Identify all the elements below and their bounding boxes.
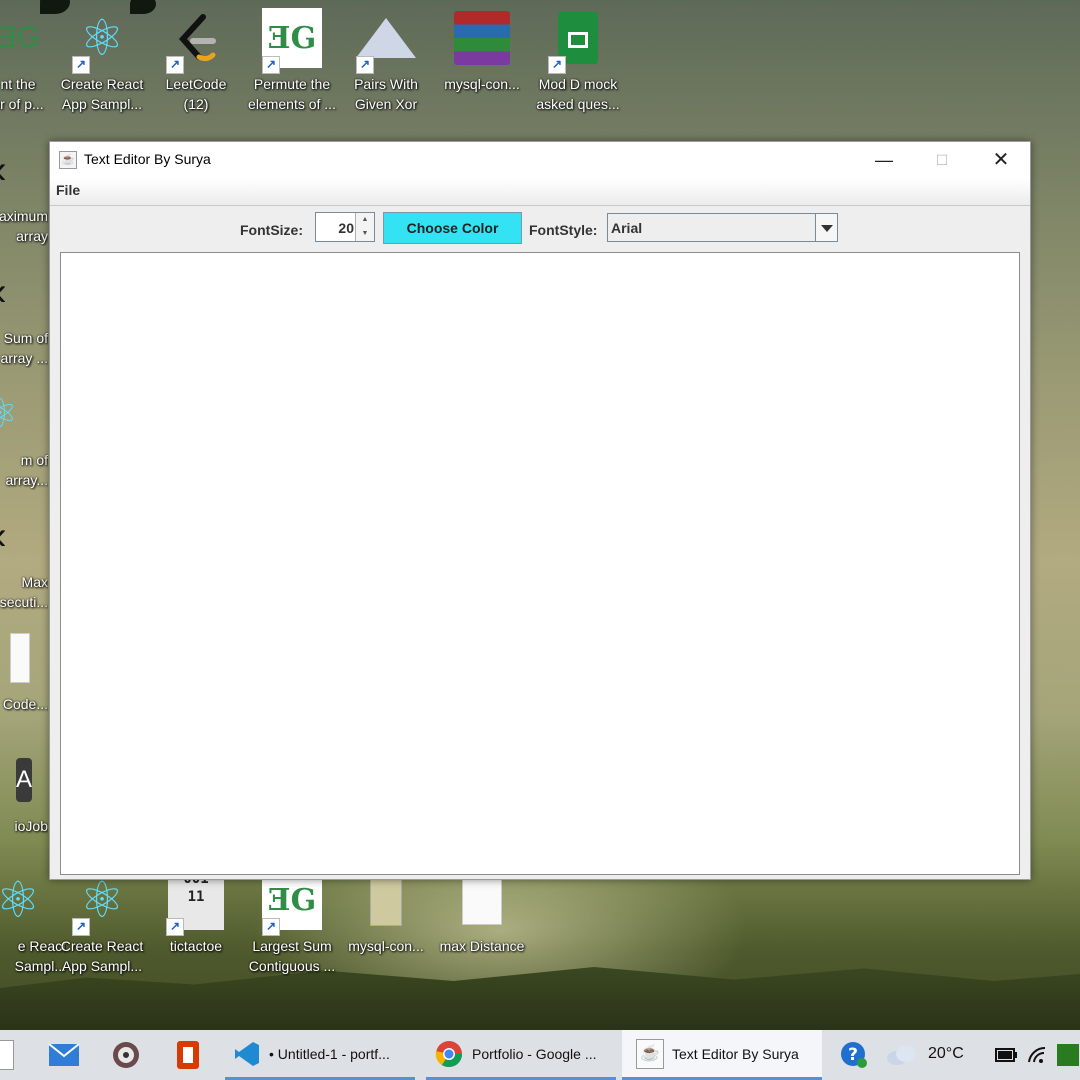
shortcut-arrow-icon: ↗ <box>262 56 280 74</box>
help-icon[interactable]: ? <box>838 1039 870 1071</box>
file-explorer-icon[interactable] <box>0 1039 18 1071</box>
desktop-icon-left-2[interactable]: ‹ Sum of array ... <box>0 262 48 368</box>
shortcut-arrow-icon: ↗ <box>548 56 566 74</box>
taskbar-item-label: • Untitled-1 - portf... <box>269 1045 390 1062</box>
menu-file[interactable]: File <box>56 182 80 198</box>
pyramid-icon <box>356 18 416 58</box>
spinner-down-icon[interactable]: ▼ <box>355 227 374 241</box>
wifi-signal-icon <box>1028 1046 1046 1063</box>
battery-icon-glyph <box>995 1048 1017 1062</box>
taskbar: • Untitled-1 - portf... Portfolio - Goog… <box>0 1030 1080 1080</box>
title-bar[interactable]: ☕ Text Editor By Surya — ☐ ✕ <box>50 142 1030 178</box>
taskbar-item-vscode[interactable]: • Untitled-1 - portf... <box>225 1030 415 1080</box>
gfg-icon: ƎG <box>0 21 40 54</box>
weather-temperature[interactable]: 20°C <box>928 1045 964 1063</box>
envelope-icon <box>49 1044 79 1066</box>
desktop-icon-permute[interactable]: ƎG ↗ Permute the elements of ... <box>244 8 340 114</box>
font-size-spinner[interactable]: 20 ▲ ▼ <box>315 212 375 242</box>
desktop-icon-largest-sum[interactable]: ƎG ↗ Largest Sum Contiguous ... <box>244 870 340 976</box>
shortcut-arrow-icon: ↗ <box>166 56 184 74</box>
react-icon: ⚛ <box>0 872 41 928</box>
font-style-value: Arial <box>611 220 643 236</box>
svg-text:?: ? <box>848 1045 858 1065</box>
java-app-icon[interactable]: ☕ <box>59 151 77 169</box>
desktop-icon-mysql-connector-2[interactable]: mysql-con... <box>338 870 434 956</box>
desktop-icon-create-react-app-2[interactable]: ⚛ ↗ Create React App Sampl... <box>54 870 150 976</box>
shortcut-arrow-icon: ↗ <box>72 918 90 936</box>
font-style-label: FontStyle: <box>529 222 598 238</box>
leetcode-icon: ‹ <box>0 270 7 315</box>
document-icon <box>462 875 502 925</box>
desktop-icon-left-5[interactable]: Code... <box>0 628 48 714</box>
text-editor-window: ☕ Text Editor By Surya — ☐ ✕ File FontSi… <box>49 141 1031 880</box>
desktop-icon-max-distance[interactable]: max Distance <box>434 870 530 956</box>
document-icon <box>10 633 30 683</box>
leetcode-icon: ‹ <box>0 148 7 193</box>
weather-cloud-icon[interactable] <box>886 1039 918 1071</box>
shortcut-arrow-icon: ↗ <box>262 918 280 936</box>
maximize-button[interactable]: ☐ <box>913 142 971 178</box>
taskbar-item-label: Text Editor By Surya <box>672 1045 799 1062</box>
vscode-icon <box>235 1041 259 1066</box>
shortcut-arrow-icon: ↗ <box>72 56 90 74</box>
page-icon <box>0 1040 14 1070</box>
desktop-icon-mod-d-mock[interactable]: ↗ Mod D mock asked ques... <box>530 8 626 114</box>
shortcut-arrow-icon: ↗ <box>356 56 374 74</box>
winrar-archive-icon <box>454 11 510 65</box>
desktop-icon-left-3[interactable]: ⚛ m of array... <box>0 384 48 490</box>
shortcut-arrow-icon: ↗ <box>166 918 184 936</box>
groove-music-icon[interactable] <box>110 1039 142 1071</box>
taskbar-item-chrome[interactable]: Portfolio - Google ... <box>426 1030 616 1080</box>
office-logo-icon <box>177 1041 199 1069</box>
nvidia-logo-icon <box>1057 1044 1079 1066</box>
text-editor-area[interactable] <box>60 252 1020 875</box>
mail-icon[interactable] <box>48 1039 80 1071</box>
minimize-button[interactable]: — <box>855 142 913 178</box>
react-icon: ⚛ <box>0 384 18 444</box>
chrome-icon <box>435 1040 463 1067</box>
app-a-icon: A <box>16 758 33 802</box>
window-title: Text Editor By Surya <box>84 151 211 167</box>
desktop-icon-left-1[interactable]: ‹ aximum array <box>0 140 48 246</box>
choose-color-button[interactable]: Choose Color <box>383 212 522 244</box>
music-disc-icon <box>113 1042 139 1068</box>
menu-bar: File <box>50 178 1030 206</box>
desktop-icon-mysql-connector[interactable]: mysql-con... <box>434 8 530 94</box>
font-size-label: FontSize: <box>240 222 303 238</box>
battery-icon[interactable] <box>990 1039 1022 1071</box>
desktop-icon-tictactoe[interactable]: 001 11↗ tictactoe <box>148 870 244 956</box>
help-question-icon: ? <box>841 1042 867 1068</box>
chevron-down-icon[interactable] <box>815 214 837 241</box>
formatting-toolbar: FontSize: 20 ▲ ▼ Choose Color FontStyle:… <box>50 212 1030 246</box>
leetcode-icon: ‹ <box>0 514 7 559</box>
jar-file-icon <box>370 874 402 926</box>
java-app-icon: ☕ <box>636 1038 664 1069</box>
nvidia-icon[interactable] <box>1052 1039 1080 1071</box>
taskbar-item-label: Portfolio - Google ... <box>472 1045 597 1062</box>
taskbar-item-text-editor[interactable]: ☕ Text Editor By Surya <box>622 1030 822 1080</box>
font-style-combobox[interactable]: Arial <box>607 213 838 242</box>
desktop-icon-create-react-app[interactable]: ⚛ ↗ Create React App Sampl... <box>54 8 150 114</box>
desktop-icon-left-6[interactable]: A ioJob <box>0 750 48 836</box>
spinner-up-icon[interactable]: ▲ <box>355 213 374 228</box>
desktop-icon-pairs-with-xor[interactable]: ↗ Pairs With Given Xor <box>338 8 434 114</box>
cloud-icon <box>887 1046 916 1065</box>
close-button[interactable]: ✕ <box>972 142 1030 178</box>
wifi-icon[interactable] <box>1022 1039 1054 1071</box>
desktop-icon-left-4[interactable]: ‹ Max secuti... <box>0 506 48 612</box>
font-size-value[interactable]: 20 <box>338 220 354 236</box>
office-icon[interactable] <box>172 1039 204 1071</box>
desktop-icon-leetcode[interactable]: ↗ LeetCode (12) <box>148 8 244 114</box>
